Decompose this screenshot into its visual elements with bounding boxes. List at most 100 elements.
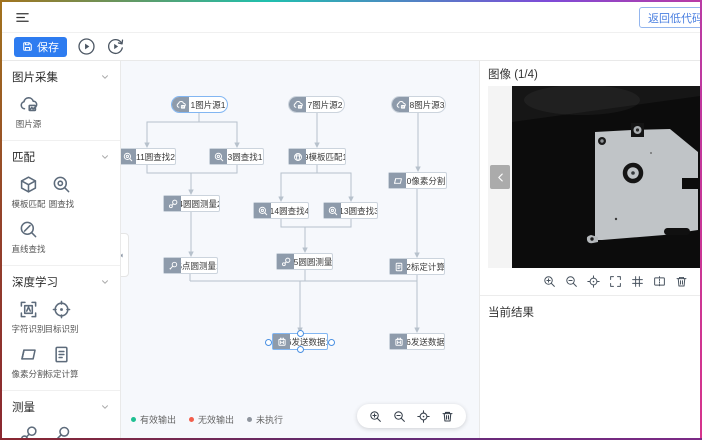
flow-node-label: 16发送数据2 xyxy=(407,334,444,349)
flow-node[interactable]: 16发送数据2 xyxy=(389,333,445,350)
node-handle[interactable] xyxy=(265,339,272,346)
canvas-locate-button[interactable] xyxy=(417,410,430,423)
tool-item-line-find[interactable]: 直线查找 xyxy=(12,220,45,255)
legend-dot xyxy=(131,417,136,422)
image-zoom-out-button[interactable] xyxy=(565,275,578,288)
image-locate-button[interactable] xyxy=(587,275,600,288)
sphere-icon xyxy=(293,152,303,162)
zoom-out-icon xyxy=(565,275,578,288)
zoom-in-icon xyxy=(543,275,556,288)
locate-icon xyxy=(587,275,600,288)
flow-node-label: 14圆查找4 xyxy=(271,203,308,218)
flow-canvas[interactable]: 1图片源1 7图片源2 8图片源3 11圆查找2 3圆查找1 9模板匹配1 10… xyxy=(121,61,479,438)
cloud-image-icon xyxy=(172,97,189,112)
node-handle[interactable] xyxy=(297,330,304,337)
grid-icon xyxy=(631,275,644,288)
sidebar-section: 图片采集 图片源 xyxy=(2,61,120,141)
flow-node-label: 8图片源3 xyxy=(409,97,445,112)
flow-node[interactable]: 4圆圆测量2 xyxy=(163,195,220,212)
flow-node[interactable]: 11圆查找2 xyxy=(121,148,176,165)
main-area: 图片采集 图片源 匹配 模板匹配 圆查找 xyxy=(2,61,700,438)
canvas-delete-button[interactable] xyxy=(441,410,454,423)
image-grid-button[interactable] xyxy=(631,275,644,288)
circle-find-icon xyxy=(210,149,227,164)
flow-node-label: 11圆查找2 xyxy=(136,149,175,164)
chevron-left-icon xyxy=(495,172,506,183)
tool-item-point-circle-measure[interactable]: 点圆测量 xyxy=(45,425,78,438)
image-compare-button[interactable] xyxy=(653,275,666,288)
tool-sidebar: 图片采集 图片源 匹配 模板匹配 圆查找 xyxy=(2,61,121,438)
flow-node-label: 12标定计算1 xyxy=(407,259,444,274)
circle-find-icon xyxy=(214,152,224,162)
flow-node-label: 5点圆测量1 xyxy=(181,258,217,273)
sidebar-collapse-handle[interactable] xyxy=(121,233,129,277)
calib-calc-icon xyxy=(390,259,407,274)
sphere-icon xyxy=(289,149,306,164)
pixel-segment-icon xyxy=(19,345,38,364)
flow-node[interactable]: 9模板匹配1 xyxy=(288,148,346,165)
flow-node[interactable]: 5点圆测量1 xyxy=(163,257,218,274)
flow-node[interactable]: 6发送数据1 xyxy=(272,333,328,350)
tool-item-char-recognition[interactable]: 字符识别 xyxy=(12,300,45,335)
flow-node-label: 15圆圆测量3 xyxy=(294,254,332,269)
prev-image-button[interactable] xyxy=(490,165,510,189)
tool-item-label: 直线查找 xyxy=(12,243,46,255)
back-to-lowcode-button[interactable]: 返回低代码 xyxy=(639,7,700,28)
calib-calc-icon xyxy=(394,262,404,272)
flow-node[interactable]: 10像素分割1 xyxy=(388,172,447,189)
node-handle[interactable] xyxy=(297,346,304,353)
save-button-label: 保存 xyxy=(37,39,59,55)
target-recognition-icon xyxy=(52,300,71,319)
pixel-segment-icon xyxy=(393,176,403,186)
flow-node[interactable]: 3圆查找1 xyxy=(209,148,264,165)
run-button[interactable] xyxy=(77,37,96,56)
locate-icon xyxy=(417,410,430,423)
circle-find-icon xyxy=(52,175,71,194)
tool-item-label: 标定计算 xyxy=(45,368,79,380)
node-handle[interactable] xyxy=(328,339,335,346)
image-delete-button[interactable] xyxy=(675,275,688,288)
flow-node-label: 4圆圆测量2 xyxy=(181,196,219,211)
fullscreen-icon xyxy=(609,275,622,288)
flow-node[interactable]: 8图片源3 xyxy=(391,96,446,113)
flow-node[interactable]: 7图片源2 xyxy=(288,96,345,113)
canvas-zoom-out-button[interactable] xyxy=(393,410,406,423)
flow-node[interactable]: 12标定计算1 xyxy=(389,258,445,275)
step-run-icon xyxy=(106,37,125,56)
image-zoom-in-button[interactable] xyxy=(543,275,556,288)
run-icon xyxy=(77,37,96,56)
tool-item-circle-find[interactable]: 圆查找 xyxy=(45,175,78,210)
tool-item-circle-circle-measure[interactable]: 圆圆测量 xyxy=(12,425,45,438)
tool-item-pixel-segment[interactable]: 像素分割 xyxy=(12,345,45,380)
sidebar-section-title[interactable]: 测量 xyxy=(12,399,110,415)
sidebar-section-title[interactable]: 深度学习 xyxy=(12,274,110,290)
flow-node-label: 6发送数据1 xyxy=(290,334,327,349)
image-panel: 图像 (1/4) xyxy=(479,61,700,438)
chevron-down-icon xyxy=(100,402,110,412)
save-button[interactable]: 保存 xyxy=(14,37,67,57)
flow-node[interactable]: 14圆查找4 xyxy=(253,202,309,219)
pixel-segment-icon xyxy=(389,173,406,188)
save-icon xyxy=(22,41,33,52)
menu-icon[interactable] xyxy=(15,10,30,25)
send-data-icon xyxy=(273,334,290,349)
flow-node[interactable]: 15圆圆测量3 xyxy=(276,253,333,270)
sidebar-section-title[interactable]: 图片采集 xyxy=(12,69,110,85)
step-run-button[interactable] xyxy=(106,37,125,56)
tool-item-calib-calc[interactable]: 标定计算 xyxy=(45,345,78,380)
sidebar-section-title[interactable]: 匹配 xyxy=(12,149,110,165)
tool-item-template-cube[interactable]: 模板匹配 xyxy=(12,175,45,210)
image-fullscreen-button[interactable] xyxy=(609,275,622,288)
flow-node[interactable]: 13圆查找3 xyxy=(323,202,378,219)
flow-edges xyxy=(121,61,479,438)
legend-dot xyxy=(247,417,252,422)
flow-node[interactable]: 1图片源1 xyxy=(171,96,228,113)
tool-item-target-recognition[interactable]: 目标识别 xyxy=(45,300,78,335)
canvas-zoom-in-button[interactable] xyxy=(369,410,382,423)
tool-item-cloud-image[interactable]: 图片源 xyxy=(12,95,45,130)
camera-image[interactable] xyxy=(512,86,700,268)
circle-find-icon xyxy=(121,149,136,164)
legend-item: 有效输出 xyxy=(131,413,176,426)
circle-find-icon xyxy=(258,206,268,216)
image-viewer xyxy=(488,86,700,268)
